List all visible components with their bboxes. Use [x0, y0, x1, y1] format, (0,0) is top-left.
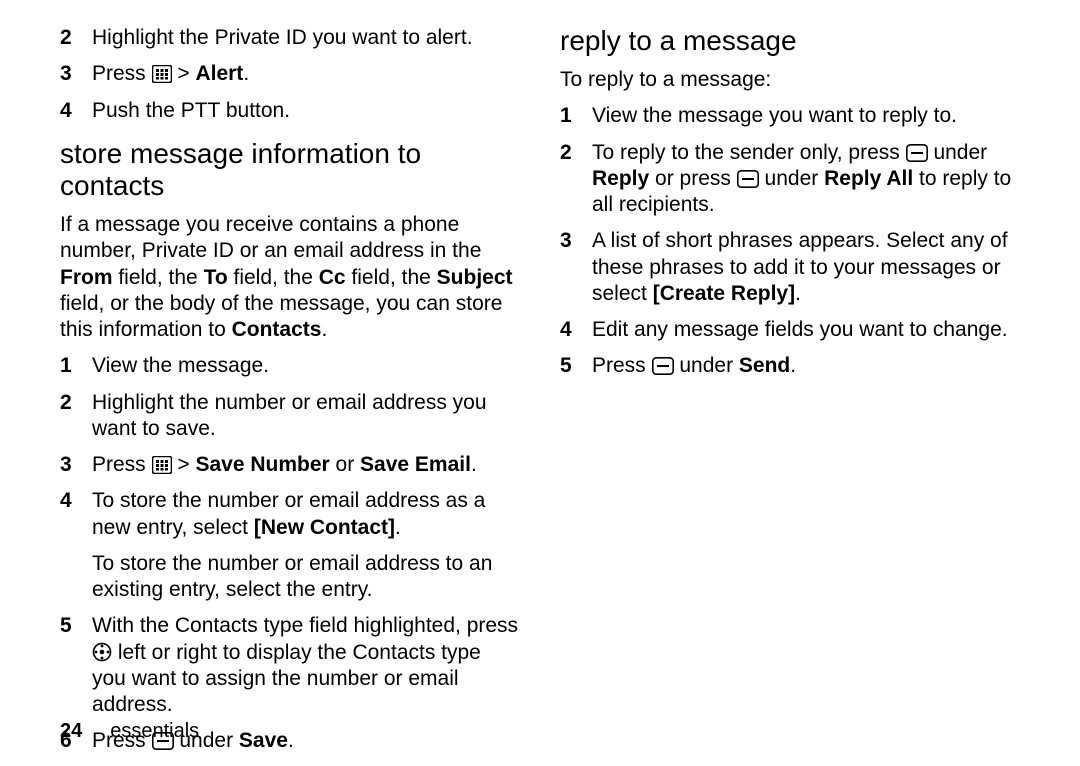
- list-item: 4 Edit any message fields you want to ch…: [560, 317, 1020, 343]
- step-text: Press under Send.: [592, 353, 1020, 379]
- section-name: essentials: [110, 720, 199, 742]
- reply-steps: 1 View the message you want to reply to.…: [560, 103, 1020, 379]
- step-subtext: To store the number or email address to …: [92, 551, 520, 604]
- nav-icon: [92, 642, 112, 662]
- list-item: 3 Press > Alert.: [60, 61, 520, 87]
- step-text: To store the number or email address as …: [92, 488, 520, 541]
- step-number: 2: [60, 390, 92, 443]
- step-text: Push the PTT button.: [92, 98, 520, 124]
- top-list: 2 Highlight the Private ID you want to a…: [60, 25, 520, 124]
- menu-icon: [152, 456, 172, 474]
- step-text: Highlight the Private ID you want to ale…: [92, 25, 520, 51]
- list-item: 3 A list of short phrases appears. Selec…: [560, 228, 1020, 307]
- list-item: 4 Push the PTT button.: [60, 98, 520, 124]
- step-number: 5: [560, 353, 592, 379]
- step-text: Press > Save Number or Save Email.: [92, 452, 520, 478]
- page-footer: 24 essentials: [60, 719, 199, 744]
- list-item: 5 With the Contacts type field highlight…: [60, 613, 520, 718]
- list-item: 4 To store the number or email address a…: [60, 488, 520, 541]
- step-number: 2: [560, 140, 592, 219]
- softkey-icon: [652, 357, 674, 375]
- step-text: Press > Alert.: [92, 61, 520, 87]
- step-number: 3: [60, 61, 92, 87]
- softkey-icon: [906, 144, 928, 162]
- list-item: 1 View the message.: [60, 353, 520, 379]
- section-heading-store: store message information to contacts: [60, 138, 520, 202]
- section-intro: To reply to a message:: [560, 67, 1020, 93]
- step-text: Highlight the number or email address yo…: [92, 390, 520, 443]
- store-steps: 1 View the message. 2 Highlight the numb…: [60, 353, 520, 754]
- step-number: 3: [60, 452, 92, 478]
- step-text: Edit any message fields you want to chan…: [592, 317, 1020, 343]
- step-number: 5: [60, 613, 92, 718]
- menu-icon: [152, 65, 172, 83]
- step-number: 4: [60, 488, 92, 541]
- section-heading-reply: reply to a message: [560, 25, 1020, 57]
- page-number: 24: [60, 720, 82, 742]
- section-intro: If a message you receive contains a phon…: [60, 212, 520, 343]
- manual-page: 2 Highlight the Private ID you want to a…: [0, 0, 1080, 766]
- step-number: 1: [560, 103, 592, 129]
- step-text: View the message you want to reply to.: [592, 103, 1020, 129]
- softkey-icon: [737, 170, 759, 188]
- step-text: A list of short phrases appears. Select …: [592, 228, 1020, 307]
- list-item: 3 Press > Save Number or Save Email.: [60, 452, 520, 478]
- step-number: 2: [60, 25, 92, 51]
- list-item: 2 Highlight the Private ID you want to a…: [60, 25, 520, 51]
- step-number: 1: [60, 353, 92, 379]
- step-number: 3: [560, 228, 592, 307]
- step-number: 4: [560, 317, 592, 343]
- list-item: 5 Press under Send.: [560, 353, 1020, 379]
- step-number: 4: [60, 98, 92, 124]
- step-text: With the Contacts type field highlighted…: [92, 613, 520, 718]
- step-text: View the message.: [92, 353, 520, 379]
- list-item: 2 To reply to the sender only, press und…: [560, 140, 1020, 219]
- list-item: 2 Highlight the number or email address …: [60, 390, 520, 443]
- list-item: 1 View the message you want to reply to.: [560, 103, 1020, 129]
- step-text: To reply to the sender only, press under…: [592, 140, 1020, 219]
